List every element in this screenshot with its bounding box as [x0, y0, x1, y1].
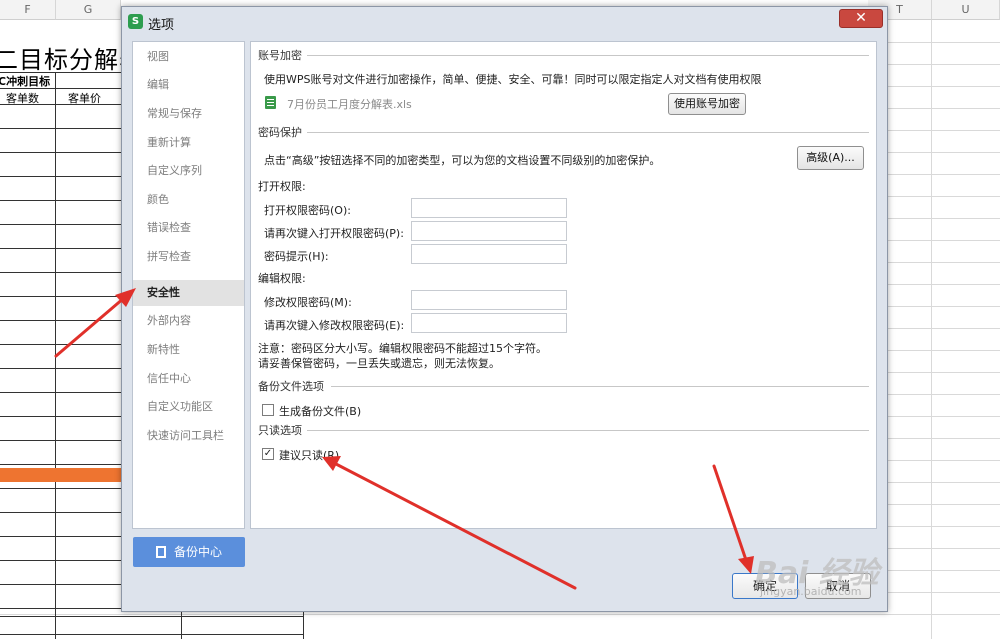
file-name: 7月份员工月度分解表.xls [287, 98, 412, 111]
edit-permission-label: 编辑权限: [258, 272, 306, 285]
edit-password-label: 修改权限密码(M): [264, 296, 352, 309]
nav-item-security[interactable]: 安全性 [133, 280, 244, 306]
table-border [0, 616, 304, 617]
section-heading-account-encryption: 账号加密 [258, 49, 302, 62]
open-password-input[interactable] [411, 198, 567, 218]
options-nav: 视图 编辑 常规与保存 重新计算 自定义序列 颜色 错误检查 拼写检查 安全性 … [132, 41, 245, 529]
close-button[interactable]: ✕ [839, 9, 883, 28]
password-hint-input[interactable] [411, 244, 567, 264]
open-password-confirm-input[interactable] [411, 221, 567, 241]
table-border [0, 152, 121, 153]
backup-icon [155, 546, 166, 558]
table-border [0, 176, 121, 177]
table-border [0, 536, 121, 537]
suggest-readonly-label: 建议只读(R) [279, 449, 340, 462]
nav-item-custom-lists[interactable]: 自定义序列 [133, 158, 244, 184]
edit-password-input[interactable] [411, 290, 567, 310]
table-border [0, 416, 121, 417]
backup-center-label: 备份中心 [173, 545, 222, 559]
nav-item-color[interactable]: 颜色 [133, 187, 244, 213]
cancel-button[interactable]: 取消 [805, 573, 871, 599]
highlighted-row [0, 468, 124, 482]
section-divider [331, 386, 869, 387]
open-permission-label: 打开权限: [258, 180, 306, 193]
account-encrypt-button[interactable]: 使用账号加密 [668, 93, 746, 115]
dialog-title: 选项 [148, 18, 175, 33]
password-protection-description: 点击“高级”按钮选择不同的加密类型，可以为您的文档设置不同级别的加密保护。 [264, 154, 661, 167]
backup-file-checkbox[interactable] [262, 404, 274, 416]
table-border [0, 634, 304, 635]
dialog-titlebar[interactable]: S 选项 ✕ [122, 7, 887, 37]
security-panel: 账号加密 使用WPS账号对文件进行加密操作，简单、便捷、安全、可靠！同时可以限定… [250, 41, 877, 529]
sheet-header-target: C冲刺目标 [0, 75, 51, 88]
password-note-line-2: 请妥善保管密码，一旦丢失或遗忘，则无法恢复。 [258, 357, 500, 370]
wps-spreadsheet-icon: S [128, 14, 143, 29]
column-header-u[interactable]: U [932, 0, 1000, 20]
table-border [0, 512, 121, 513]
table-border [0, 584, 121, 585]
section-heading-backup-options: 备份文件选项 [258, 380, 324, 393]
section-divider [307, 430, 869, 431]
table-border [0, 344, 121, 345]
sheet-header-price: 客单价 [68, 92, 101, 105]
nav-item-spell-check[interactable]: 拼写检查 [133, 244, 244, 270]
table-border [0, 488, 121, 489]
advanced-button[interactable]: 高级(A)... [797, 146, 864, 170]
table-border [0, 608, 121, 609]
column-header-f[interactable]: F [0, 0, 56, 20]
nav-item-customize-ribbon[interactable]: 自定义功能区 [133, 394, 244, 420]
nav-item-recalculate[interactable]: 重新计算 [133, 130, 244, 156]
table-border [0, 464, 121, 465]
grid-line [931, 20, 932, 639]
nav-item-new-features[interactable]: 新特性 [133, 337, 244, 363]
ok-button[interactable]: 确定 [732, 573, 798, 599]
table-border [0, 248, 121, 249]
password-note-line-1: 注意：密码区分大小写。编辑权限密码不能超过15个字符。 [258, 342, 547, 355]
table-border [181, 612, 182, 639]
nav-item-view[interactable]: 视图 [133, 44, 244, 70]
table-border [0, 296, 121, 297]
suggest-readonly-checkbox[interactable]: ✓ [262, 448, 274, 460]
table-border [0, 440, 121, 441]
table-border [0, 272, 121, 273]
section-heading-readonly-options: 只读选项 [258, 424, 302, 437]
table-border [0, 560, 121, 561]
options-dialog: S 选项 ✕ 视图 编辑 常规与保存 重新计算 自定义序列 颜色 错误检查 拼写… [121, 6, 888, 612]
nav-item-error-check[interactable]: 错误检查 [133, 215, 244, 241]
backup-file-label: 生成备份文件(B) [279, 405, 362, 418]
edit-password-confirm-input[interactable] [411, 313, 567, 333]
table-border [0, 200, 121, 201]
table-border [0, 320, 121, 321]
nav-item-external-content[interactable]: 外部内容 [133, 308, 244, 334]
section-heading-password-protection: 密码保护 [258, 126, 302, 139]
table-border [0, 224, 121, 225]
table-border [303, 612, 304, 639]
grid-line [0, 614, 1000, 615]
sheet-header-count: 客单数 [6, 92, 39, 105]
backup-center-button[interactable]: 备份中心 [133, 537, 245, 567]
password-hint-label: 密码提示(H): [264, 250, 329, 263]
section-divider [307, 132, 869, 133]
table-border [0, 368, 121, 369]
xls-file-icon [265, 96, 276, 109]
nav-item-trust-center[interactable]: 信任中心 [133, 366, 244, 392]
nav-item-quick-access-toolbar[interactable]: 快速访问工具栏 [133, 423, 244, 449]
nav-item-edit[interactable]: 编辑 [133, 72, 244, 98]
edit-password-confirm-label: 请再次键入修改权限密码(E): [264, 319, 405, 332]
section-divider [307, 55, 869, 56]
table-border [55, 72, 56, 639]
account-encryption-description: 使用WPS账号对文件进行加密操作，简单、便捷、安全、可靠！同时可以限定指定人对文… [264, 73, 762, 86]
open-password-confirm-label: 请再次键入打开权限密码(P): [264, 227, 404, 240]
table-border [0, 392, 121, 393]
table-border [0, 128, 121, 129]
column-header-g[interactable]: G [56, 0, 121, 20]
nav-item-general-save[interactable]: 常规与保存 [133, 101, 244, 127]
open-password-label: 打开权限密码(O): [264, 204, 351, 217]
